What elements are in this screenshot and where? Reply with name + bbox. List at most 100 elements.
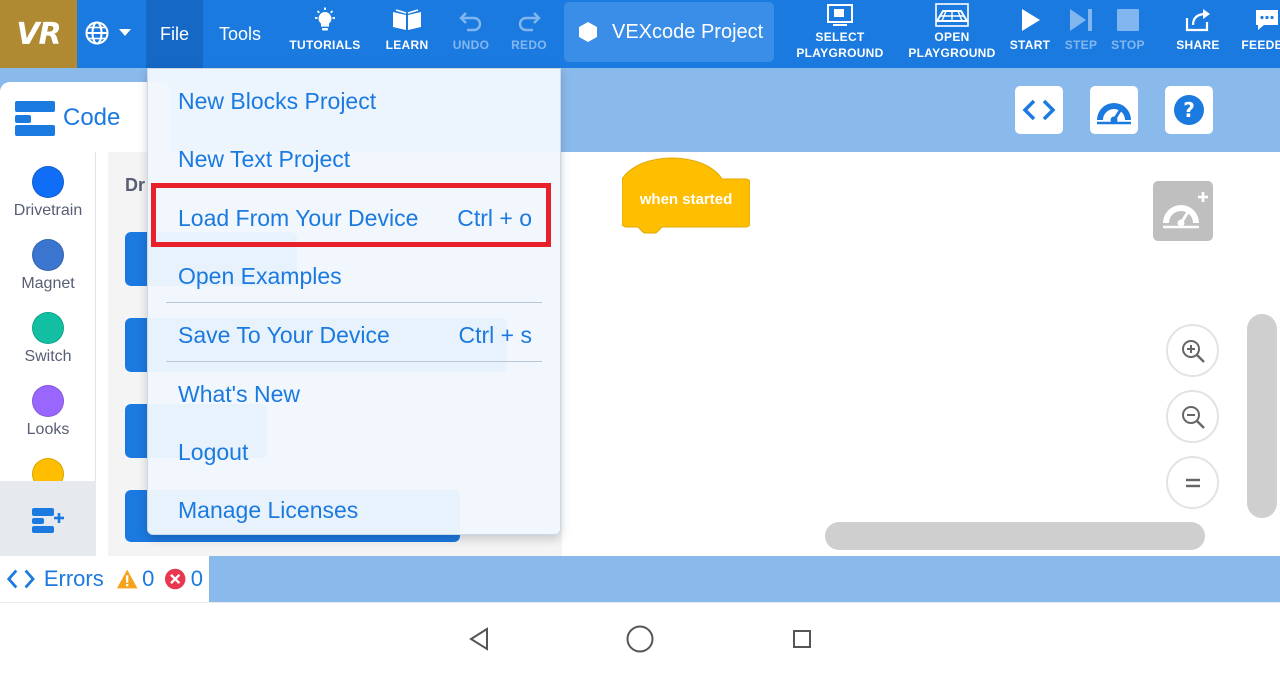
- menu-item-label: Logout: [178, 438, 249, 465]
- home-icon[interactable]: [625, 624, 655, 654]
- undo-label: UNDO: [452, 38, 490, 52]
- feedback-icon: [1256, 10, 1278, 30]
- project-name-text: VEXcode Project: [612, 20, 764, 43]
- top-toolbar: VR File Tools TUTORIALS LEARN UNDO REDO …: [0, 0, 1280, 68]
- equals-icon: [1185, 478, 1200, 487]
- step-label: STEP: [1064, 38, 1098, 52]
- dashboard-icon: [1097, 103, 1131, 125]
- share-button[interactable]: SHARE: [1170, 0, 1226, 68]
- vertical-scrollbar[interactable]: [1247, 314, 1277, 518]
- android-nav-bar: [0, 602, 1280, 673]
- book-icon: [393, 9, 421, 30]
- category-dot: [32, 312, 64, 344]
- play-icon: [1022, 9, 1040, 31]
- menu-item-manage-licenses[interactable]: Manage Licenses: [148, 484, 562, 536]
- text-code-button[interactable]: [1015, 86, 1063, 134]
- menu-item-open-examples[interactable]: Open Examples: [148, 250, 562, 302]
- recents-icon[interactable]: [792, 629, 812, 649]
- zoom-in-button[interactable]: [1166, 324, 1219, 377]
- menu-item-label: Open Examples: [178, 262, 342, 289]
- help-button[interactable]: ?: [1165, 86, 1213, 134]
- menu-item-label: What's New: [178, 380, 300, 407]
- project-name-field[interactable]: VEXcode Project: [564, 2, 774, 62]
- category-drivetrain[interactable]: Drivetrain: [0, 166, 95, 220]
- menu-separator: [166, 361, 542, 362]
- file-menu[interactable]: File: [146, 0, 203, 68]
- select-playground-button[interactable]: SELECT PLAYGROUND: [790, 0, 890, 68]
- zoom-reset-button[interactable]: [1166, 456, 1219, 509]
- code-brackets-icon: [1022, 99, 1056, 121]
- code-tab-label: Code: [63, 104, 121, 131]
- palette-category-title: Dr: [125, 175, 146, 195]
- step-icon: [1070, 9, 1092, 31]
- language-selector[interactable]: [84, 16, 140, 50]
- vr-logo: VR: [0, 0, 77, 68]
- tutorials-label: TUTORIALS: [289, 38, 361, 52]
- stop-label: STOP: [1111, 38, 1145, 52]
- menu-item-save-to-device[interactable]: Save To Your Device Ctrl + s: [148, 309, 562, 361]
- category-dot: [32, 239, 64, 271]
- zoom-in-icon: [1181, 339, 1205, 363]
- add-dashboard-button[interactable]: [1153, 181, 1213, 241]
- category-label: Looks: [26, 421, 70, 438]
- zoom-out-icon: [1181, 405, 1205, 429]
- when-started-block[interactable]: when started: [622, 157, 750, 235]
- horizontal-scrollbar[interactable]: [825, 522, 1205, 550]
- redo-label: REDO: [511, 38, 547, 52]
- category-label: Switch: [24, 348, 72, 365]
- stop-button[interactable]: STOP: [1106, 0, 1150, 68]
- start-label: START: [1009, 38, 1051, 52]
- dashboard-add-icon: [1163, 192, 1208, 229]
- menu-item-label: New Text Project: [178, 145, 351, 172]
- menu-item-logout[interactable]: Logout: [148, 426, 562, 478]
- extensions-button[interactable]: [0, 481, 96, 556]
- menu-item-new-text-project[interactable]: New Text Project: [148, 133, 562, 185]
- error-icon: [165, 568, 186, 590]
- learn-button[interactable]: LEARN: [378, 0, 436, 68]
- undo-button[interactable]: UNDO: [447, 0, 495, 68]
- step-button[interactable]: STEP: [1058, 0, 1104, 68]
- category-switch[interactable]: Switch: [0, 312, 95, 366]
- error-count: 0: [190, 566, 203, 591]
- redo-icon: [518, 12, 541, 32]
- select-playground-icon: [827, 4, 853, 26]
- menu-item-label: Save To Your Device: [178, 321, 390, 348]
- tutorials-button[interactable]: TUTORIALS: [287, 0, 363, 68]
- menu-separator: [166, 302, 542, 303]
- menu-item-whats-new[interactable]: What's New: [148, 368, 562, 420]
- category-dot: [32, 385, 64, 417]
- dashboard-button[interactable]: [1090, 86, 1138, 134]
- category-looks[interactable]: Looks: [0, 385, 95, 439]
- undo-icon: [459, 12, 482, 32]
- zoom-out-button[interactable]: [1166, 390, 1219, 443]
- feedback-label: FEEDBA: [1241, 38, 1280, 52]
- svg-text:?: ?: [1183, 98, 1195, 122]
- open-playground-button[interactable]: OPEN PLAYGROUND: [902, 0, 1002, 68]
- errors-tab[interactable]: Errors 0 0: [0, 556, 209, 602]
- chevron-down-icon: [119, 29, 131, 36]
- globe-icon: [85, 21, 109, 45]
- category-label: Drivetrain: [13, 202, 83, 219]
- category-magnet[interactable]: Magnet: [0, 239, 95, 293]
- code-brackets-icon: [6, 569, 35, 589]
- warning-icon: [116, 569, 138, 589]
- start-button[interactable]: START: [1006, 0, 1054, 68]
- errors-label: Errors: [43, 566, 104, 591]
- select-playground-label: SELECT PLAYGROUND: [796, 30, 884, 60]
- menu-item-label: Manage Licenses: [178, 496, 359, 523]
- blocks-icon: [15, 101, 55, 136]
- open-playground-icon: [935, 3, 969, 27]
- redo-button[interactable]: REDO: [505, 0, 553, 68]
- feedback-button[interactable]: FEEDBA: [1232, 0, 1280, 68]
- add-extension-icon: [32, 507, 64, 533]
- warning-count: 0: [142, 566, 155, 591]
- file-menu-dropdown: New Blocks Project New Text Project Load…: [147, 68, 561, 535]
- learn-label: LEARN: [385, 38, 429, 52]
- open-playground-label: OPEN PLAYGROUND: [908, 30, 996, 60]
- code-tab[interactable]: Code: [0, 82, 170, 152]
- back-icon[interactable]: [468, 627, 490, 651]
- when-started-label: when started: [639, 191, 733, 208]
- tools-menu[interactable]: Tools: [208, 0, 272, 68]
- menu-item-new-blocks-project[interactable]: New Blocks Project: [148, 75, 562, 127]
- share-label: SHARE: [1176, 38, 1220, 52]
